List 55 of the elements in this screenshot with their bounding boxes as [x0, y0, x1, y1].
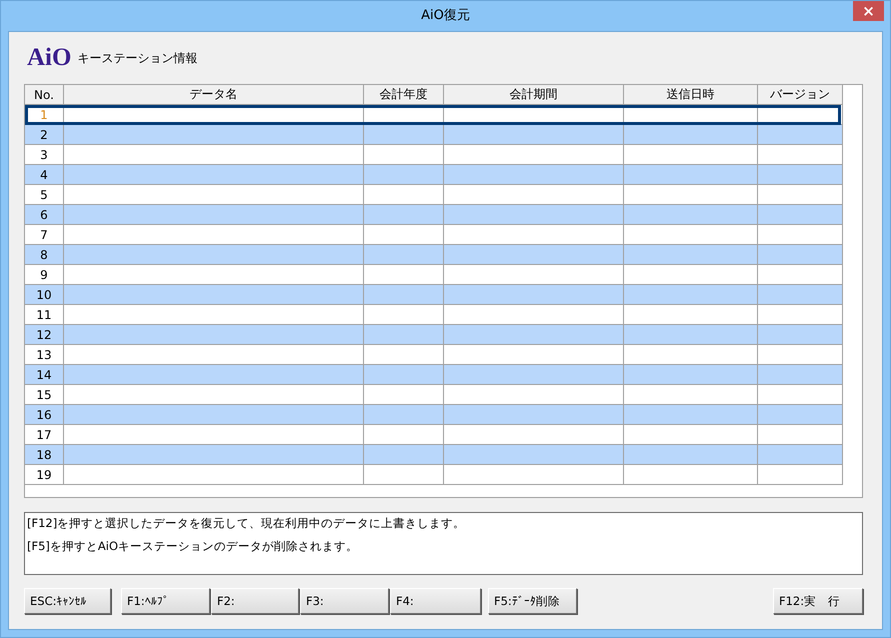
table-row[interactable]: 3	[25, 145, 843, 165]
table-row[interactable]: 10	[25, 285, 843, 305]
column-header[interactable]: 会計年度	[364, 85, 444, 105]
row-number: 5	[25, 185, 64, 205]
message-text: [F5]を押すとAiOキーステーションのデータが削除されます。	[27, 539, 360, 554]
row-number: 8	[25, 245, 64, 265]
row-number: 15	[25, 385, 64, 405]
row-number: 18	[25, 445, 64, 465]
close-button[interactable]: ×	[853, 1, 884, 21]
column-header[interactable]: 送信日時	[624, 85, 758, 105]
table-row[interactable]: 15	[25, 385, 843, 405]
row-number: 9	[25, 265, 64, 285]
message-text: [F12]を押すと選択したデータを復元して、現在利用中のデータに上書きします。	[27, 516, 466, 531]
row-number: 7	[25, 225, 64, 245]
function-key-button[interactable]: ESC:ｷｬﾝｾﾙ	[24, 588, 111, 614]
row-number: 16	[25, 405, 64, 425]
table-row[interactable]: 8	[25, 245, 843, 265]
table-row[interactable]: 19	[25, 465, 843, 485]
row-number: 11	[25, 305, 64, 325]
row-number: 6	[25, 205, 64, 225]
table-row[interactable]: 17	[25, 425, 843, 445]
function-key-button[interactable]: F4:	[390, 588, 481, 614]
table-row[interactable]: 14	[25, 365, 843, 385]
column-header[interactable]: データ名	[64, 85, 364, 105]
row-number: 12	[25, 325, 64, 345]
table-row[interactable]: 7	[25, 225, 843, 245]
table-row[interactable]: 2	[25, 125, 843, 145]
table-row[interactable]: 5	[25, 185, 843, 205]
function-key-button[interactable]: F5:ﾃﾞｰﾀ削除	[488, 588, 577, 614]
table-row[interactable]: 13	[25, 345, 843, 365]
table-row[interactable]: 11	[25, 305, 843, 325]
section-title: キーステーション情報	[77, 50, 198, 66]
row-number: 17	[25, 425, 64, 445]
table-row[interactable]: 18	[25, 445, 843, 465]
row-number: 2	[25, 125, 64, 145]
logo: AiO	[27, 44, 72, 72]
row-number: 4	[25, 165, 64, 185]
table-row[interactable]: 12	[25, 325, 843, 345]
function-key-button[interactable]: F3:	[300, 588, 389, 614]
column-header[interactable]: バージョン	[758, 85, 843, 105]
row-number: 3	[25, 145, 64, 165]
function-key-button[interactable]: F2:	[211, 588, 299, 614]
row-number: 13	[25, 345, 64, 365]
table-row[interactable]: 6	[25, 205, 843, 225]
row-number: 14	[25, 365, 64, 385]
column-header[interactable]: 会計期間	[444, 85, 624, 105]
table-row[interactable]: 9	[25, 265, 843, 285]
row-number: 19	[25, 465, 64, 485]
function-key-button[interactable]: F1:ﾍﾙﾌﾟ	[121, 588, 210, 614]
window-title: AiO復元	[421, 7, 470, 24]
table-row[interactable]: 16	[25, 405, 843, 425]
function-key-button[interactable]: F12:実 行	[773, 588, 863, 614]
column-header[interactable]: No.	[25, 85, 64, 105]
row-number: 10	[25, 285, 64, 305]
table-row[interactable]: 4	[25, 165, 843, 185]
